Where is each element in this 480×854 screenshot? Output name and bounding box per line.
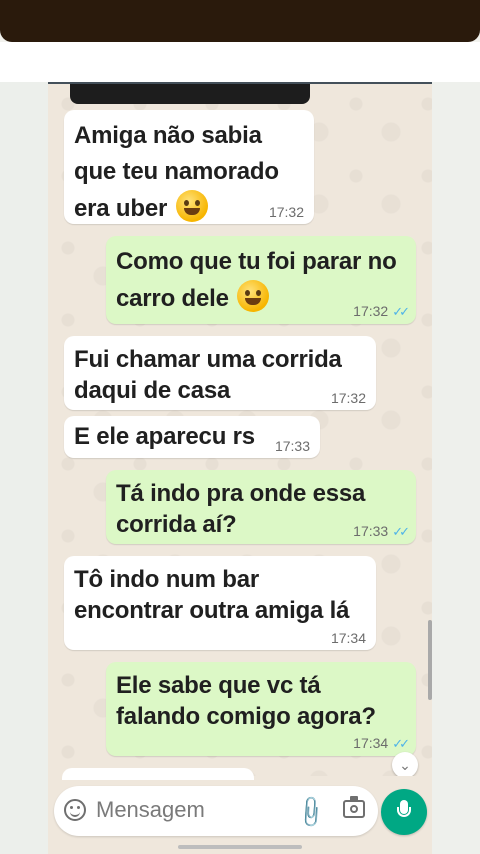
message-time: 17:33 ✓✓ <box>353 523 410 539</box>
thinking-face-emoji <box>237 280 270 312</box>
left-margin <box>0 82 48 854</box>
message-bubble-incoming[interactable]: Fui chamar uma corrida daqui de casa 17:… <box>64 336 376 410</box>
message-text: Ele sabe que vc tá falando comigo agora? <box>116 672 376 730</box>
microphone-button[interactable] <box>381 789 427 835</box>
camera-icon[interactable] <box>343 796 365 818</box>
message-bubble-outgoing[interactable]: Tá indo pra onde essa corrida aí? 17:33 ✓… <box>106 470 416 544</box>
chevron-double-down-icon: ⌄ <box>399 757 411 773</box>
scroll-to-bottom-button[interactable]: ⌄ <box>392 752 418 778</box>
message-time: 17:34 ✓✓ <box>353 735 410 751</box>
message-bubble-outgoing[interactable]: Ele sabe que vc tá falando comigo agora?… <box>106 662 416 756</box>
message-time: 17:34 <box>330 630 366 646</box>
message-bubble-incoming[interactable] <box>62 768 254 780</box>
top-spacer <box>0 42 480 82</box>
message-bubble-outgoing[interactable]: Como que tu foi parar no carro dele 17:3… <box>106 236 416 324</box>
read-ticks-icon: ✓✓ <box>392 304 410 319</box>
message-text: Tô indo num bar encontrar outra amiga lá <box>74 566 350 624</box>
message-text: Fui chamar uma corrida daqui de casa <box>74 346 342 404</box>
chat-message-area[interactable]: Amiga não sabia que teu namorado era ube… <box>48 82 432 778</box>
message-bubble-incoming[interactable]: E ele aparecu rs 17:33 <box>64 416 320 458</box>
scrollbar-thumb[interactable] <box>428 620 432 700</box>
message-bubble-incoming[interactable]: Amiga não sabia que teu namorado era ube… <box>64 110 314 224</box>
read-ticks-icon: ✓✓ <box>392 736 410 751</box>
message-input-placeholder[interactable]: Mensagem <box>96 797 205 823</box>
message-time: 17:32 <box>268 204 304 220</box>
media-message-preview[interactable] <box>70 84 310 104</box>
status-bar <box>0 0 480 42</box>
grinning-sweat-emoji <box>175 190 208 222</box>
message-time: 17:33 <box>274 438 310 454</box>
read-ticks-icon: ✓✓ <box>392 524 410 539</box>
message-time: 17:32 <box>330 390 366 406</box>
home-indicator <box>178 845 302 849</box>
message-bubble-incoming[interactable]: Tô indo num bar encontrar outra amiga lá… <box>64 556 376 650</box>
right-margin <box>432 82 480 854</box>
message-time: 17:32 ✓✓ <box>353 303 410 319</box>
emoji-icon[interactable] <box>64 799 86 821</box>
